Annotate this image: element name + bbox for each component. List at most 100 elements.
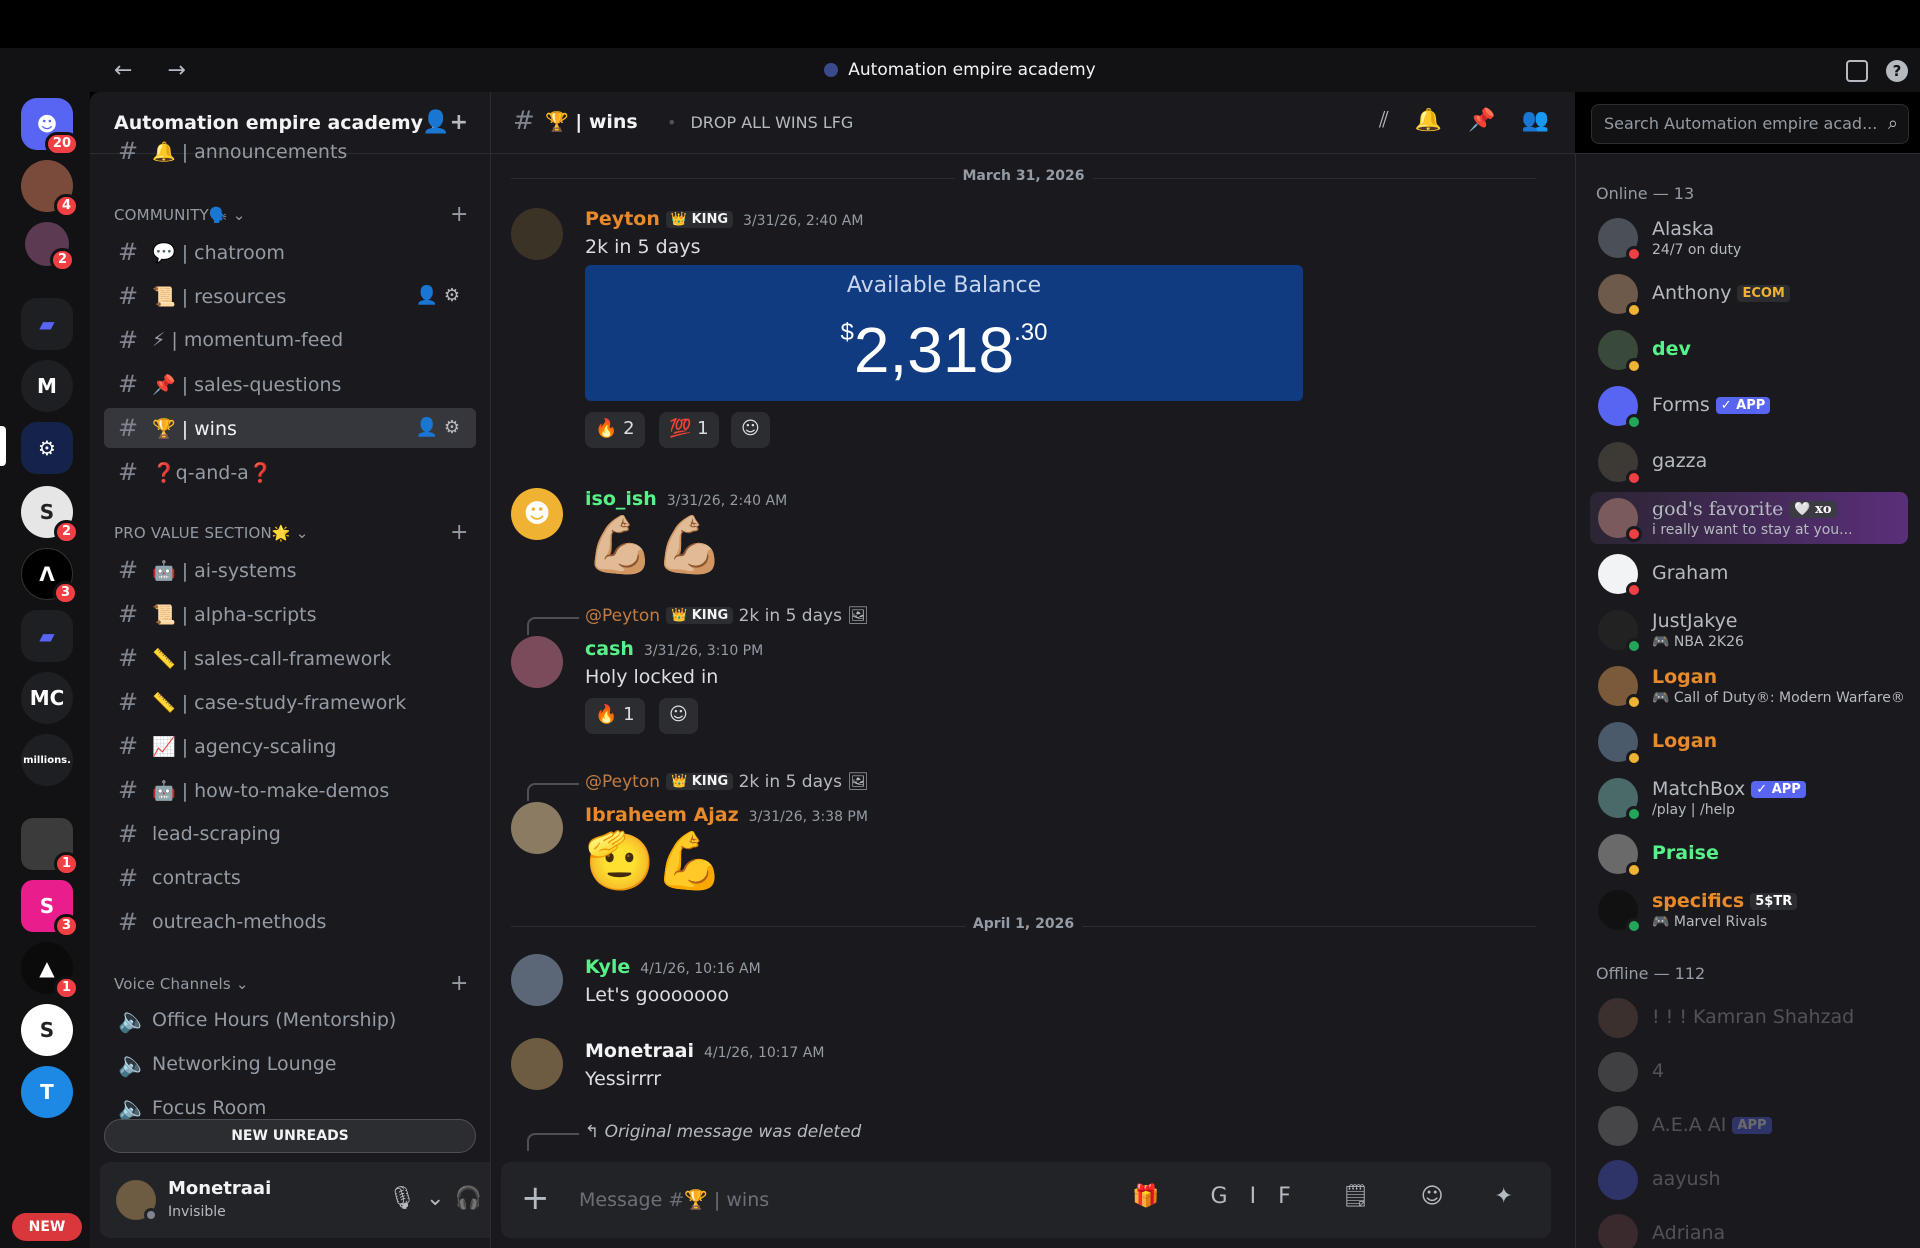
avatar[interactable] xyxy=(511,636,563,688)
message-author[interactable]: iso_ish 3/31/26, 2:40 AM xyxy=(585,488,787,510)
member-justjakye[interactable]: JustJakye 🎮 NBA 2K26 xyxy=(1590,604,1908,656)
server-mc[interactable]: MC xyxy=(21,672,73,724)
member-alaska[interactable]: Alaska 24/7 on duty xyxy=(1590,212,1908,264)
channel-outreach-methods[interactable]: # outreach-methods xyxy=(104,902,476,942)
channel-ai-systems[interactable]: # 🤖 | ai-systems xyxy=(104,550,476,590)
category-pro-value[interactable]: PRO VALUE SECTION🌟 ⌄ + xyxy=(114,520,468,545)
member-dev[interactable]: dev xyxy=(1590,324,1908,376)
member-graham[interactable]: Graham xyxy=(1590,548,1908,600)
channel-how-to-make-demos[interactable]: # 🤖 | how-to-make-demos xyxy=(104,770,476,810)
member-logan-2[interactable]: Logan xyxy=(1590,716,1908,768)
user-name[interactable]: Monetraai xyxy=(168,1178,271,1199)
member-offline[interactable]: Adriana xyxy=(1590,1208,1908,1248)
message-author[interactable]: Kyle 4/1/26, 10:16 AM xyxy=(585,956,761,978)
composer-controls[interactable]: 🎁 GIF 🗒 ☺ ✦ xyxy=(1132,1184,1535,1209)
folder-icon[interactable]: ▰ xyxy=(21,610,73,662)
reply-preview[interactable]: @Peyton 👑 KING 2k in 5 days 🖼 xyxy=(527,606,869,635)
reaction-fire[interactable]: 🔥 1 xyxy=(585,698,645,734)
balance-image[interactable]: Available Balance $2,318.30 xyxy=(585,265,1303,401)
server-ae[interactable]: ᐱ3 xyxy=(21,548,78,605)
message-author[interactable]: Ibraheem Ajaz 3/31/26, 3:38 PM xyxy=(585,804,868,826)
member-matchbox[interactable]: MatchBox ✓ APP/play | /help xyxy=(1590,772,1908,824)
reply-preview[interactable]: @Peyton 👑 KING 2k in 5 days 🖼 xyxy=(527,772,869,801)
member-name: MatchBox ✓ APP xyxy=(1652,778,1806,800)
channel-momentum-feed[interactable]: # ⚡ | momentum-feed xyxy=(104,320,476,360)
voice-controls[interactable]: 🎙⌄🎧⌄⚙ xyxy=(388,1186,490,1211)
channel-alpha-scripts[interactable]: # 📜 | alpha-scripts xyxy=(104,594,476,634)
server-55-digital[interactable]: S xyxy=(21,1004,73,1056)
reaction-100[interactable]: 💯 1 xyxy=(659,412,719,448)
server-m[interactable]: M xyxy=(21,360,73,412)
folder-icon[interactable]: ▰ xyxy=(21,298,73,350)
member-specifics[interactable]: specifics 5$TR 🎮 Marvel Rivals xyxy=(1590,884,1908,936)
channel-announcements[interactable]: # 🔔 | announcements xyxy=(104,136,476,166)
server-avatar-3[interactable]: 1 xyxy=(21,818,79,876)
avatar[interactable] xyxy=(511,954,563,1006)
attach-plus-icon[interactable]: + xyxy=(521,1178,550,1218)
member-name: dev xyxy=(1652,338,1691,360)
avatar[interactable] xyxy=(511,1038,563,1090)
search-input[interactable]: Search Automation empire acad... ⌕ xyxy=(1591,104,1909,144)
channel-sales-call-framework[interactable]: # 📏 | sales-call-framework xyxy=(104,638,476,678)
voice-office-hours[interactable]: 🔈 Office Hours (Mentorship) xyxy=(104,1000,476,1040)
category-label: Voice Channels xyxy=(114,975,231,993)
channel-resources[interactable]: # 📜 | resources 👤⚙ xyxy=(104,276,476,316)
category-voice[interactable]: Voice Channels ⌄ + xyxy=(114,971,468,996)
server-badge: 3 xyxy=(53,914,79,938)
help-icon[interactable]: ? xyxy=(1886,60,1908,82)
channel-contracts[interactable]: # contracts xyxy=(104,858,476,898)
direct-messages-icon[interactable]: ☻ 20 xyxy=(21,98,79,156)
channel-sales-questions[interactable]: # 📌 | sales-questions xyxy=(104,364,476,404)
server-t-time[interactable]: T xyxy=(21,1066,73,1118)
member-offline[interactable]: aayush xyxy=(1590,1154,1908,1206)
server-avatar-2[interactable]: 2 xyxy=(25,222,75,272)
add-reaction-icon[interactable]: ☺ xyxy=(731,412,770,448)
avatar[interactable] xyxy=(511,208,563,260)
server-millions[interactable]: millions. xyxy=(21,734,73,786)
member-anthony[interactable]: Anthony ECOM xyxy=(1590,268,1908,320)
server-s-logo[interactable]: S3 xyxy=(21,880,79,938)
window-title: Automation empire academy xyxy=(0,60,1920,80)
header-icons[interactable]: ⫽🔔📌👥 xyxy=(1379,108,1575,133)
reaction-fire[interactable]: 🔥 2 xyxy=(585,412,645,448)
invite-icon[interactable]: 👤+ xyxy=(422,110,468,135)
new-badge[interactable]: NEW xyxy=(12,1213,82,1241)
member-name-text: A.E.A AI xyxy=(1652,1114,1727,1136)
channel-lead-scraping[interactable]: # lead-scraping xyxy=(104,814,476,854)
inbox-icon[interactable] xyxy=(1846,60,1868,82)
message-composer[interactable]: + Message #🏆 | wins 🎁 GIF 🗒 ☺ ✦ xyxy=(501,1162,1551,1238)
member-logan-1[interactable]: Logan 🎮 Call of Duty®: Modern Warfare® xyxy=(1590,660,1908,712)
member-offline[interactable]: A.E.A AI APP xyxy=(1590,1100,1908,1152)
channel-wins[interactable]: # 🏆 | wins 👤⚙ xyxy=(104,408,476,448)
member-gods-favorite[interactable]: god's favorite 🤍 xo i really want to stay … xyxy=(1590,492,1908,544)
invite-settings-icon[interactable]: 👤⚙ xyxy=(415,285,466,306)
message-author[interactable]: cash 3/31/26, 3:10 PM xyxy=(585,638,763,660)
message-author[interactable]: Peyton 👑 KING 3/31/26, 2:40 AM xyxy=(585,208,863,230)
server-ssos[interactable]: S2 xyxy=(21,486,79,544)
server-automation-empire[interactable]: ⚙ xyxy=(21,422,73,474)
voice-networking-lounge[interactable]: 🔈 Networking Lounge xyxy=(104,1044,476,1084)
message-input[interactable]: Message #🏆 | wins xyxy=(579,1188,769,1211)
add-channel-icon[interactable]: + xyxy=(450,971,469,996)
new-unreads-button[interactable]: NEW UNREADS xyxy=(104,1119,476,1153)
add-channel-icon[interactable]: + xyxy=(450,202,469,227)
channel-chatroom[interactable]: # 💬 | chatroom xyxy=(104,232,476,272)
discord-default-avatar-icon[interactable]: ☻ xyxy=(511,488,563,540)
channel-case-study-framework[interactable]: # 📏 | case-study-framework xyxy=(104,682,476,722)
member-praise[interactable]: Praise xyxy=(1590,828,1908,880)
member-forms[interactable]: Forms ✓ APP xyxy=(1590,380,1908,432)
add-reaction-icon[interactable]: ☺ xyxy=(659,698,698,734)
server-ary[interactable]: ▲ 1 xyxy=(21,942,79,1000)
category-community[interactable]: COMMUNITY🗣️ ⌄ + xyxy=(114,202,468,227)
member-offline[interactable]: ! ! ! Kamran Shahzad xyxy=(1590,992,1908,1044)
add-channel-icon[interactable]: + xyxy=(450,520,469,545)
channel-agency-scaling[interactable]: # 📈 | agency-scaling xyxy=(104,726,476,766)
server-avatar-1[interactable]: 4 xyxy=(21,160,79,218)
message-author[interactable]: Monetraai 4/1/26, 10:17 AM xyxy=(585,1040,824,1062)
member-gazza[interactable]: gazza xyxy=(1590,436,1908,488)
hash-icon: # xyxy=(118,414,139,442)
member-offline[interactable]: 4 xyxy=(1590,1046,1908,1098)
avatar[interactable] xyxy=(511,802,563,854)
invite-settings-icon[interactable]: 👤⚙ xyxy=(415,417,466,438)
channel-q-and-a[interactable]: # ❓q-and-a❓ xyxy=(104,452,476,492)
